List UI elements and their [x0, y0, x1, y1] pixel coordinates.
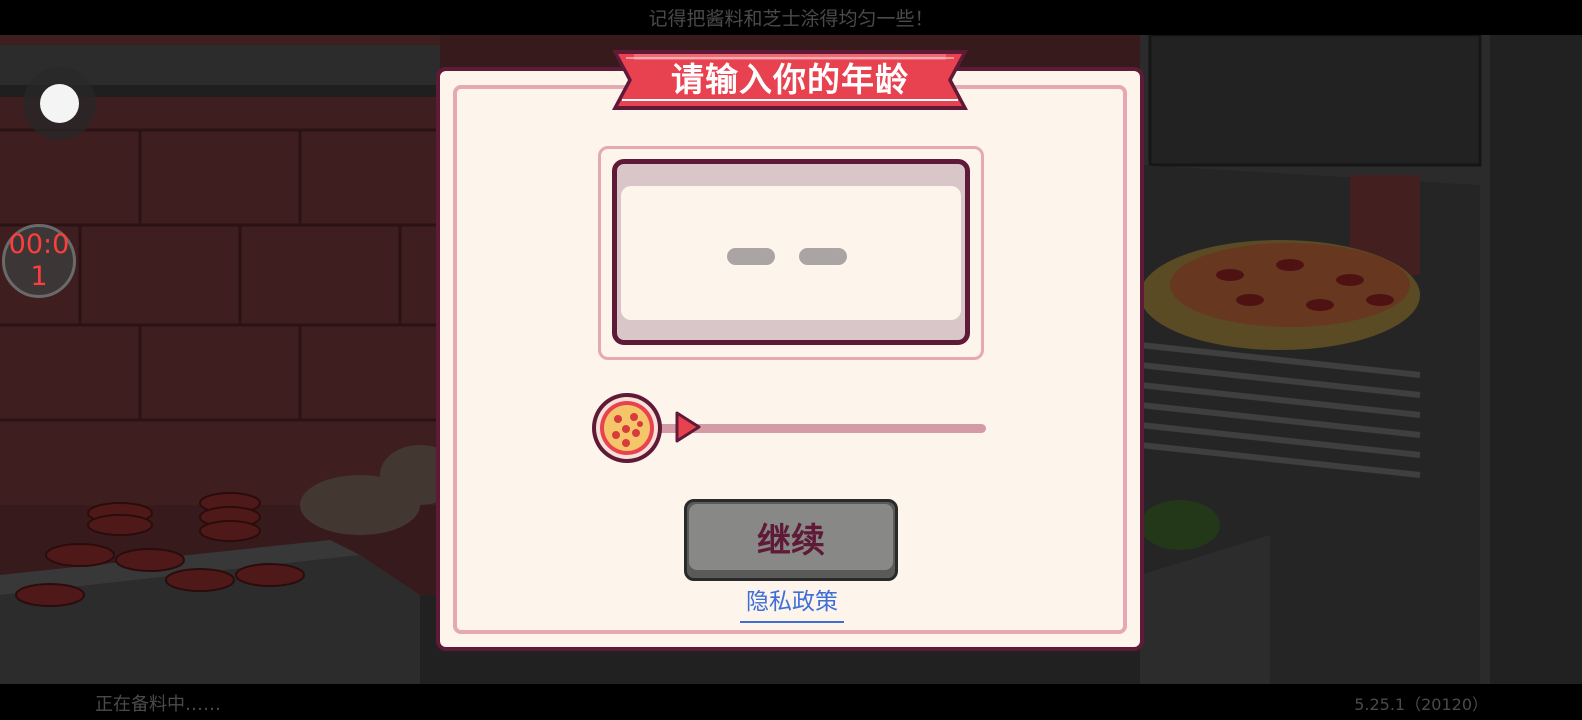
continue-label: 继续	[757, 520, 825, 561]
status-bar: 正在备料中…… 5.25.1（20120）	[0, 684, 1582, 720]
play-arrow-icon	[675, 411, 701, 443]
continue-button[interactable]: 继续	[684, 499, 898, 581]
age-display-face	[621, 186, 961, 320]
dialog-title: 请输入你的年龄	[671, 60, 909, 99]
age-digit-placeholder	[799, 248, 847, 265]
age-display[interactable]	[612, 159, 970, 345]
privacy-policy-link[interactable]: 隐私政策	[740, 587, 844, 623]
loading-text: 正在备料中……	[95, 694, 221, 715]
pizza-icon[interactable]	[590, 391, 664, 465]
recording-timer[interactable]: 00:01	[2, 224, 76, 298]
assistive-touch-icon	[40, 84, 79, 123]
hint-text: 记得把酱料和芝士涂得均匀一些！	[648, 8, 934, 30]
assistive-touch-button[interactable]	[23, 67, 96, 140]
continue-button-face: 继续	[689, 504, 893, 570]
hint-bar: 记得把酱料和芝士涂得均匀一些！	[0, 0, 1582, 35]
timer-text: 00:01	[8, 229, 70, 292]
game-screen: 记得把酱料和芝士涂得均匀一些！ 00:01 请输入你的年龄 继续 隐私政策 正在…	[0, 0, 1582, 720]
version-text: 5.25.1（20120）	[1354, 695, 1488, 714]
age-digit-placeholder	[727, 248, 775, 265]
